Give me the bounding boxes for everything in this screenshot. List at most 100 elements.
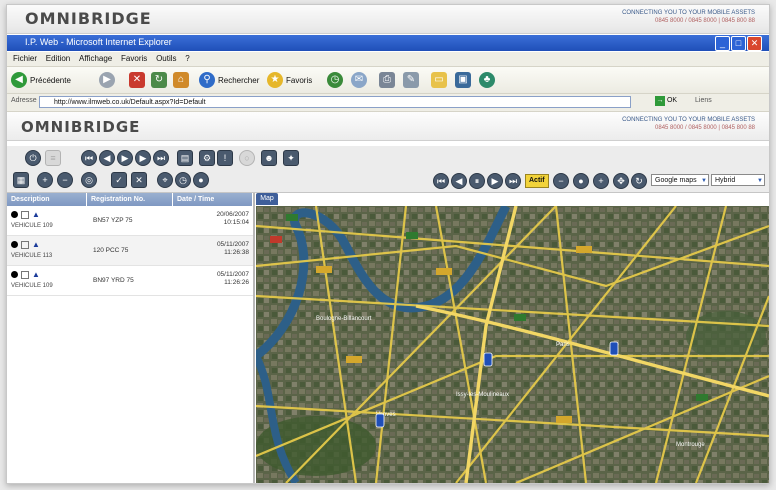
alert-icon[interactable]: !: [217, 150, 233, 166]
map-type-value: Google maps: [655, 177, 697, 184]
star-icon: ★: [267, 72, 283, 88]
settings-icon[interactable]: ⚙: [199, 150, 215, 166]
map-center-icon[interactable]: ●: [573, 173, 589, 189]
vehicle-name: VEHICULE 113: [11, 253, 53, 259]
map-zoom-in-icon[interactable]: +: [593, 173, 609, 189]
go-button[interactable]: → OK: [655, 96, 677, 106]
prev-icon[interactable]: ◀: [99, 150, 115, 166]
user-icon[interactable]: ☻: [261, 150, 277, 166]
map-type-select[interactable]: Google maps ▼: [651, 174, 709, 186]
map-view[interactable]: Boulogne-Billancourt Issy-les-Moulineaux…: [256, 206, 769, 483]
maximize-button[interactable]: □: [731, 36, 746, 51]
print-icon: ⎙: [379, 72, 395, 88]
nav-next-icon[interactable]: ▶: [487, 173, 503, 189]
map-refresh-icon[interactable]: ↻: [631, 173, 647, 189]
row-time: 11:26:38: [224, 249, 249, 256]
menu-edit[interactable]: Edition: [46, 52, 70, 66]
locate-icon[interactable]: ◎: [81, 172, 97, 188]
layers-icon[interactable]: ▦: [13, 172, 29, 188]
play-icon[interactable]: ▶: [117, 150, 133, 166]
favorites-button[interactable]: ★ Favoris: [267, 71, 312, 89]
map-pan-icon[interactable]: ✥: [613, 173, 629, 189]
report-icon[interactable]: ▤: [177, 150, 193, 166]
car-icon: ▲: [32, 270, 40, 279]
row-time: 10:15:04: [223, 219, 249, 226]
menu-file[interactable]: Fichier: [13, 52, 37, 66]
window-titlebar[interactable]: I.P. Web - Microsoft Internet Explorer _…: [7, 35, 769, 51]
home-button[interactable]: ⌂: [173, 71, 189, 89]
nav-prev-icon[interactable]: ◀: [451, 173, 467, 189]
mail-button[interactable]: ✉: [351, 71, 367, 89]
search-label: Rechercher: [218, 75, 260, 85]
list-icon[interactable]: ≡: [45, 150, 61, 166]
history-button[interactable]: ◷: [327, 71, 343, 89]
omnibridge-logo: OMNIBRIDGE: [25, 9, 152, 28]
minimize-button[interactable]: _: [715, 36, 730, 51]
brand-banner: OMNIBRIDGE CONNECTING YOU TO YOUR MOBILE…: [7, 5, 769, 34]
pin-icon[interactable]: ●: [193, 172, 209, 188]
forward-arrow-icon: ▶: [99, 72, 115, 88]
forward-button[interactable]: ▶: [99, 71, 115, 89]
checkbox[interactable]: [21, 270, 29, 279]
check-icon[interactable]: ✓: [111, 172, 127, 188]
table-row[interactable]: ▲ VEHICULE 109 BN97 YRD 75 05/11/2007 11…: [7, 266, 253, 296]
menu-bar: Fichier Edition Affichage Favoris Outils…: [7, 52, 769, 67]
map-zoom-out-icon[interactable]: −: [553, 173, 569, 189]
research-button[interactable]: ▣: [455, 71, 471, 89]
last-icon[interactable]: ⏭: [153, 150, 169, 166]
nav-first-icon[interactable]: ⏮: [433, 173, 449, 189]
chevron-down-icon: ▼: [757, 178, 763, 184]
edit-button[interactable]: ✎: [403, 71, 419, 89]
back-button[interactable]: ◀ Précédente: [11, 71, 71, 89]
folder-icon: ▭: [431, 72, 447, 88]
vehicle-marker-icon[interactable]: [609, 341, 619, 356]
zoom-in-icon[interactable]: +: [37, 172, 53, 188]
links-label[interactable]: Liens: [695, 97, 712, 104]
vehicle-name: VEHICULE 109: [11, 223, 53, 229]
header-description[interactable]: Description: [7, 193, 87, 206]
clock-icon[interactable]: ◷: [175, 172, 191, 188]
refresh-button[interactable]: ↻: [151, 71, 167, 89]
tagline-text: CONNECTING YOU TO YOUR MOBILE ASSETS: [622, 10, 755, 16]
map-view-select[interactable]: Hybrid ▼: [711, 174, 765, 186]
table-row[interactable]: ▲ VEHICULE 109 BN57 YZP 75 20/06/2007 10…: [7, 206, 253, 236]
next-icon[interactable]: ▶: [135, 150, 151, 166]
stop-button[interactable]: ✕: [129, 71, 145, 89]
header-registration[interactable]: Registration No.: [87, 193, 173, 206]
tools-icon[interactable]: ✦: [283, 150, 299, 166]
cross-icon[interactable]: ✕: [131, 172, 147, 188]
checkbox[interactable]: [21, 210, 29, 219]
row-description: ▲ VEHICULE 109: [7, 266, 87, 295]
vehicle-name: VEHICULE 109: [11, 283, 53, 289]
address-input[interactable]: http://www.ilmweb.co.uk/Default.aspx?Id=…: [39, 96, 631, 108]
research-icon: ▣: [455, 72, 471, 88]
close-button[interactable]: ✕: [747, 36, 762, 51]
menu-help[interactable]: ?: [185, 52, 189, 66]
nav-last-icon[interactable]: ⏭: [505, 173, 521, 189]
vehicle-marker-icon[interactable]: [483, 352, 493, 367]
print-button[interactable]: ⎙: [379, 71, 395, 89]
messenger-button[interactable]: ♣: [479, 71, 495, 89]
map-label: Montrouge: [676, 442, 705, 448]
active-button[interactable]: Actif: [525, 174, 549, 188]
zoom-out-icon[interactable]: −: [57, 172, 73, 188]
row-registration: BN57 YZP 75: [93, 217, 133, 224]
power-icon[interactable]: ⏻: [25, 150, 41, 166]
target-icon[interactable]: ⌖: [157, 172, 173, 188]
tab-map[interactable]: Map: [256, 193, 278, 205]
vehicle-marker-icon[interactable]: [375, 413, 385, 428]
menu-view[interactable]: Affichage: [79, 52, 112, 66]
search-button[interactable]: ⚲ Rechercher: [199, 71, 259, 89]
header-datetime[interactable]: Date / Time: [173, 193, 253, 206]
folder-button[interactable]: ▭: [431, 71, 447, 89]
table-row[interactable]: ▲ VEHICULE 113 120 PCC 75 05/11/2007 11:…: [7, 236, 253, 266]
menu-tools[interactable]: Outils: [156, 52, 176, 66]
disabled-circle-icon[interactable]: ○: [239, 150, 255, 166]
stop-icon: ✕: [129, 72, 145, 88]
checkbox[interactable]: [21, 240, 29, 249]
nav-pause-icon[interactable]: ⏸: [469, 173, 485, 189]
menu-favorites[interactable]: Favoris: [121, 52, 147, 66]
go-label: OK: [666, 97, 678, 104]
first-icon[interactable]: ⏮: [81, 150, 97, 166]
row-datetime: 20/06/2007 10:15:04: [173, 206, 253, 235]
